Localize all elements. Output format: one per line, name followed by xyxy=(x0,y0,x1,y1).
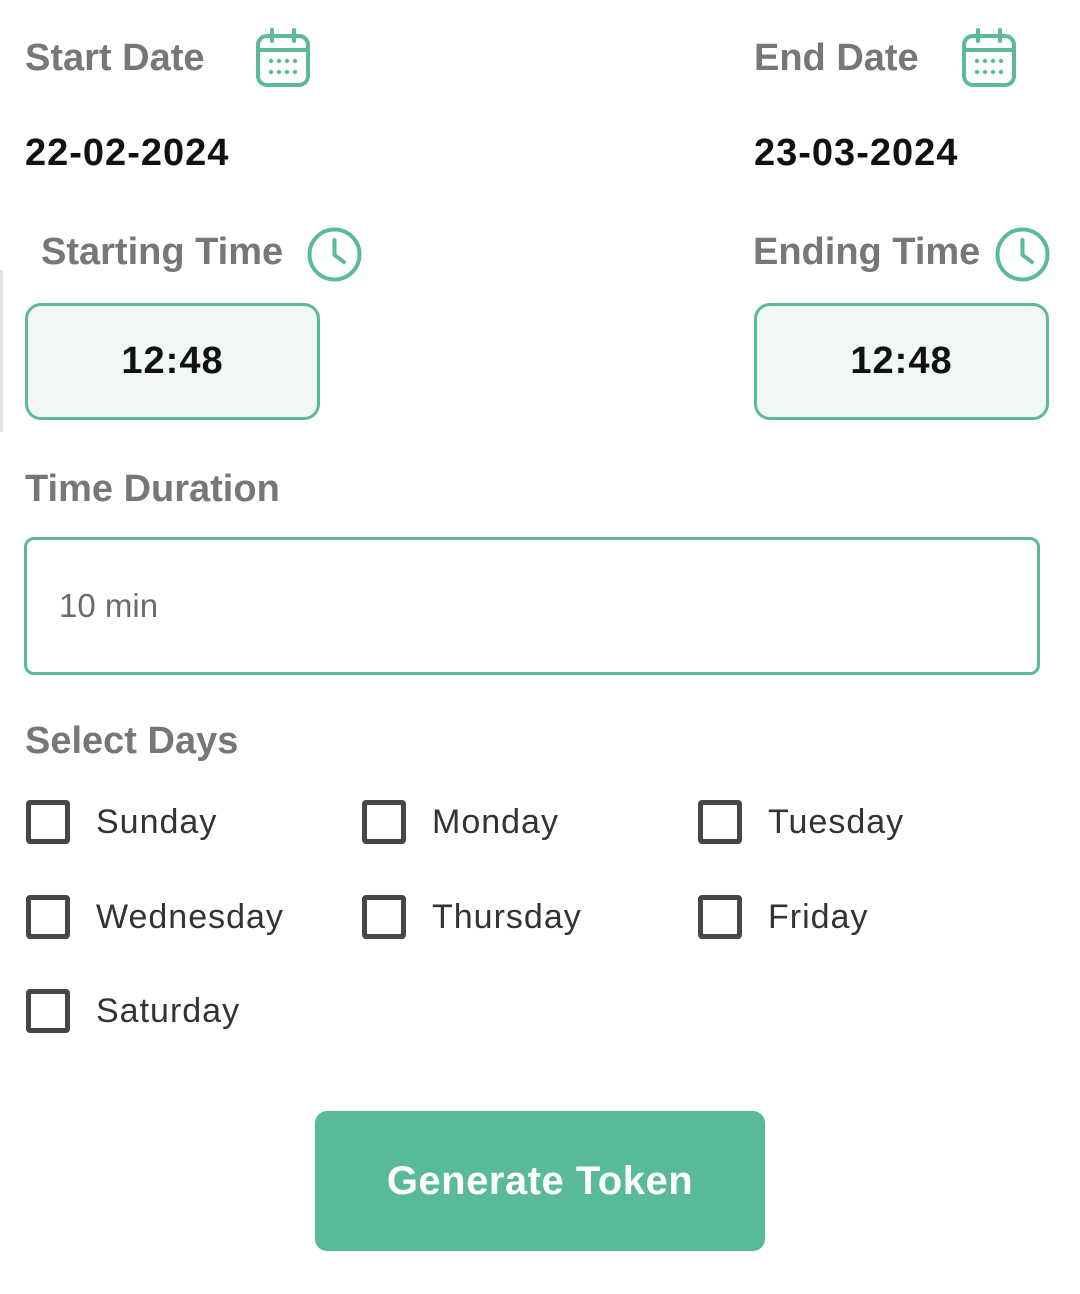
day-option-monday[interactable]: Monday xyxy=(362,795,559,849)
start-date-label: Start Date xyxy=(25,37,205,79)
start-date-calendar-icon[interactable] xyxy=(255,28,311,88)
end-date-label: End Date xyxy=(754,37,919,79)
day-option-thursday[interactable]: Thursday xyxy=(362,890,582,944)
time-duration-label: Time Duration xyxy=(25,468,280,510)
starting-time-label: Starting Time xyxy=(41,231,284,273)
starting-time-value: 12:48 xyxy=(121,340,224,382)
tuesday-checkbox[interactable] xyxy=(698,800,742,844)
day-option-sunday[interactable]: Sunday xyxy=(26,795,217,849)
thursday-checkbox[interactable] xyxy=(362,895,406,939)
start-date-value[interactable]: 22-02-2024 xyxy=(25,130,229,176)
friday-label: Friday xyxy=(768,897,869,936)
starting-time-picker[interactable]: 12:48 xyxy=(25,303,320,420)
left-edge-divider xyxy=(0,270,3,432)
wednesday-checkbox[interactable] xyxy=(26,895,70,939)
sunday-checkbox[interactable] xyxy=(26,800,70,844)
saturday-label: Saturday xyxy=(96,991,241,1030)
day-option-friday[interactable]: Friday xyxy=(698,890,868,944)
saturday-checkbox[interactable] xyxy=(26,989,70,1033)
day-option-tuesday[interactable]: Tuesday xyxy=(698,795,904,849)
ending-time-label: Ending Time xyxy=(753,231,981,273)
day-option-wednesday[interactable]: Wednesday xyxy=(26,890,284,944)
time-duration-input[interactable]: 10 min xyxy=(24,537,1040,675)
end-date-calendar-icon[interactable] xyxy=(961,28,1017,88)
monday-label: Monday xyxy=(432,802,559,841)
ending-time-clock-icon[interactable] xyxy=(994,226,1051,283)
tuesday-label: Tuesday xyxy=(768,802,905,841)
friday-checkbox[interactable] xyxy=(698,895,742,939)
starting-time-clock-icon[interactable] xyxy=(306,226,363,283)
thursday-label: Thursday xyxy=(432,897,582,936)
day-option-saturday[interactable]: Saturday xyxy=(26,984,240,1038)
generate-token-button[interactable]: Generate Token xyxy=(315,1111,765,1251)
monday-checkbox[interactable] xyxy=(362,800,406,844)
sunday-label: Sunday xyxy=(96,802,218,841)
ending-time-picker[interactable]: 12:48 xyxy=(754,303,1049,420)
generate-token-label: Generate Token xyxy=(386,1158,694,1203)
ending-time-value: 12:48 xyxy=(850,340,953,382)
wednesday-label: Wednesday xyxy=(96,897,284,936)
end-date-value[interactable]: 23-03-2024 xyxy=(754,130,958,176)
time-duration-value: 10 min xyxy=(59,587,159,624)
select-days-label: Select Days xyxy=(25,720,239,762)
